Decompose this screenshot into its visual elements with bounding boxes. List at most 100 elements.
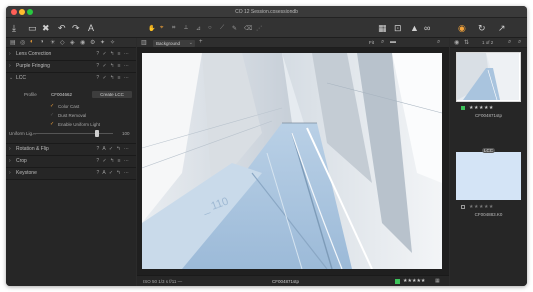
create-lcc-button[interactable]: Create LCC <box>92 91 132 98</box>
architecture-photo: _ 110 <box>142 53 442 269</box>
uniform-light-slider-track[interactable] <box>33 133 113 134</box>
thumbnail-2-filename: CF004883.K0 <box>474 212 503 217</box>
divider <box>6 72 136 73</box>
layers-icon[interactable]: ▥ <box>141 39 147 46</box>
camera-icon[interactable]: ▭ <box>28 23 37 33</box>
thumbnail-image <box>457 53 519 100</box>
search-icon[interactable]: ⌕ <box>437 39 440 46</box>
pan-icon[interactable]: ✋ <box>148 25 155 32</box>
left-tool-panel: › Lens Correction ? ✓ ↰ ≡ ⋯ › Purple Fri… <box>6 48 136 286</box>
star-rating[interactable]: ★★★★★ <box>403 278 425 284</box>
section-label: LCC <box>16 75 27 81</box>
redo-icon[interactable]: ↷ <box>72 23 80 33</box>
dust-removal-label: Dust Removal <box>58 112 87 118</box>
window-title: CO 12 Session.cosessiondb <box>235 9 298 15</box>
section-controls[interactable]: ? A ✓ ↰ ⋯ <box>97 146 131 152</box>
section-controls[interactable]: ? ✓ ↰ ≡ ⋯ <box>96 51 130 57</box>
spot-icon[interactable]: ○ <box>208 25 212 31</box>
main-toolbar: ⤓ ▭ ✖ ↶ ↷ A ✋ ⌖ ⌗ ⟂ ⊿ ○ ⟋ ✎ ⌫ ⋰ ▦ ⊡ ▲ ∞ … <box>6 18 527 38</box>
thumbnail-1-stars[interactable]: ★★★★★ <box>469 105 494 111</box>
sort-icon[interactable]: ⇅ <box>464 39 469 46</box>
add-layer-icon[interactable]: + <box>199 39 203 45</box>
section-controls[interactable]: ? ✓ ↰ ≡ ⋯ <box>96 63 130 69</box>
uniform-light-checkbox[interactable]: ✓ <box>50 121 54 127</box>
search-icon[interactable]: ⌕ <box>508 39 511 46</box>
metadata-tab-icon[interactable]: ⚙ <box>90 39 95 46</box>
local-tab-icon[interactable]: ◈ <box>70 39 75 46</box>
exposure-tab-icon[interactable]: ☀ <box>50 39 55 46</box>
section-purple-fringing[interactable]: › Purple Fringing ? ✓ ↰ ≡ ⋯ <box>6 62 136 71</box>
chevron-down-icon: ⌄ <box>9 75 14 81</box>
uniform-light-slider-knob[interactable] <box>95 130 99 137</box>
exif-info: ISO 50 1/3 s f/11 — <box>143 279 183 284</box>
zoom-slider-icon[interactable]: ▬ <box>390 39 396 45</box>
thumbnail-2[interactable] <box>456 152 521 200</box>
profile-label: Profile <box>24 92 37 97</box>
layer-dropdown-value: Background <box>156 40 181 46</box>
warning-icon[interactable]: ▲ <box>410 23 419 33</box>
thumbnail-2-stars[interactable]: ★★★★★ <box>469 204 494 210</box>
color-tab-icon[interactable]: ◑ <box>40 39 44 45</box>
grid-view-icon[interactable]: ▦ <box>435 278 440 284</box>
delete-icon[interactable]: ✖ <box>42 23 50 33</box>
divider <box>6 179 136 180</box>
chevron-right-icon: › <box>9 51 11 57</box>
import-icon[interactable]: ⤓ <box>12 23 16 33</box>
profile-value[interactable]: CF004662 <box>51 92 72 97</box>
color-picker-icon[interactable]: ⋰ <box>256 25 262 32</box>
eye-icon[interactable]: ◉ <box>454 39 459 46</box>
section-rotation-flip[interactable]: › Rotation & Flip ? A ✓ ↰ ⋯ <box>6 145 136 154</box>
eraser-icon[interactable]: ⌫ <box>244 25 252 32</box>
proof-icon[interactable]: ∞ <box>424 23 430 33</box>
color-tag-green[interactable] <box>395 279 400 284</box>
tool-tab-strip: ▤ ◎ ◐ ◑ ☀ ◇ ◈ ◉ ⚙ ✦ ✧ <box>6 38 136 48</box>
detail-tab-icon[interactable]: ◇ <box>60 39 65 46</box>
viewer-toolbar: ▥ Background ⌄ + Fit ⌕ ▬ ⌕ <box>137 38 449 48</box>
color-cast-checkbox[interactable]: ✓ <box>50 103 54 109</box>
section-controls[interactable]: ? A ✓ ↰ ⋯ <box>97 170 131 176</box>
copy-icon[interactable]: ↻ <box>478 23 486 33</box>
process-icon[interactable]: ◉ <box>458 23 466 33</box>
lcc-badge: LCC <box>482 148 496 153</box>
lens-tab-icon[interactable]: ◐ <box>30 39 34 45</box>
uniform-light-label: Enable Uniform Light <box>58 121 101 127</box>
divider <box>6 155 136 156</box>
crop-icon[interactable]: ⌗ <box>172 25 175 32</box>
cursor-icon[interactable]: ⌖ <box>160 25 163 32</box>
color-tag-green[interactable] <box>461 106 465 110</box>
chevron-right-icon: › <box>9 63 11 69</box>
layer-dropdown[interactable]: Background ⌄ <box>153 39 195 47</box>
section-crop[interactable]: › Crop ? ✓ ↰ ≡ ⋯ <box>6 157 136 166</box>
section-lens-correction[interactable]: › Lens Correction ? ✓ ↰ ≡ ⋯ <box>6 50 136 59</box>
undo-icon[interactable]: ↶ <box>58 23 66 33</box>
brush-icon[interactable]: ✎ <box>232 25 237 32</box>
browser-panel: ★★★★★ CF004871stp LCC ★★★★★ CF004883.K0 <box>450 48 527 286</box>
zoom-icon[interactable]: ⌕ <box>381 39 384 46</box>
main-photo[interactable]: _ 110 <box>142 53 442 269</box>
library-tab-icon[interactable]: ▤ <box>10 39 16 46</box>
section-lcc[interactable]: ⌄ LCC ? ✓ ↰ ≡ ⋯ <box>6 74 136 83</box>
section-keystone[interactable]: › Keystone ? A ✓ ↰ ⋯ <box>6 169 136 178</box>
section-controls[interactable]: ? ✓ ↰ ≡ ⋯ <box>96 158 130 164</box>
keystone-icon[interactable]: ⊿ <box>196 25 201 32</box>
output-tab-icon[interactable]: ◉ <box>80 39 85 46</box>
section-controls[interactable]: ? ✓ ↰ ≡ ⋯ <box>96 75 130 81</box>
preview-icon[interactable]: ⊡ <box>394 23 402 33</box>
mask-icon[interactable]: ⟋ <box>220 25 224 32</box>
filter-icon[interactable]: ⌕ <box>518 39 521 46</box>
zoom-fit-label[interactable]: Fit <box>369 40 374 45</box>
thumbnail-1[interactable] <box>456 52 521 102</box>
grid-icon[interactable]: ▦ <box>378 23 387 33</box>
section-label: Keystone <box>16 170 37 176</box>
styles-tab-icon[interactable]: ✧ <box>110 39 115 46</box>
text-icon[interactable]: A <box>88 23 94 33</box>
image-viewer: _ 110 <box>137 48 449 275</box>
color-tag-empty[interactable] <box>461 205 465 209</box>
batch-tab-icon[interactable]: ✦ <box>100 39 105 46</box>
paste-icon[interactable]: ↗ <box>498 23 506 33</box>
straighten-icon[interactable]: ⟂ <box>184 25 188 32</box>
page-indicator: 1 of 2 <box>482 40 494 45</box>
uniform-light-value[interactable]: 100 <box>122 131 130 136</box>
capture-tab-icon[interactable]: ◎ <box>20 39 25 46</box>
dust-removal-checkbox[interactable]: ✓ <box>50 112 54 118</box>
